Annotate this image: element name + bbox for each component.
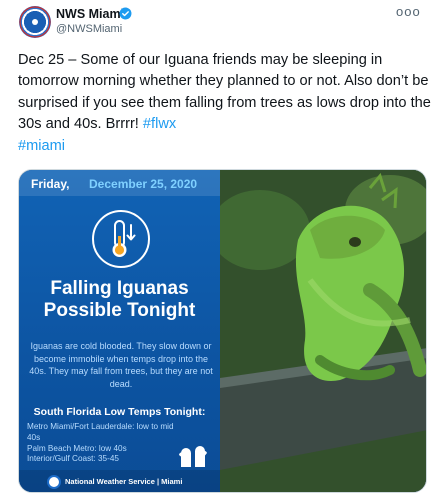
temps-item: Metro Miami/Fort Lauderdale: low to mid …	[27, 422, 174, 442]
graphic-body: Iguanas are cold blooded. They slow down…	[29, 341, 213, 389]
tweet-header: NWS Miami @NWSMiami ooo	[0, 0, 438, 46]
account-handle[interactable]: @NWSMiami	[56, 23, 122, 35]
temps-item: Interior/Gulf Coast: 35-45	[27, 454, 119, 464]
more-options-icon[interactable]: ooo	[396, 4, 421, 19]
graphic-headline: Falling Iguanas Possible Tonight	[19, 278, 220, 322]
tweet-body: Dec 25 – Some of our Iguana friends may …	[18, 52, 431, 133]
nws-logo-icon	[19, 6, 51, 38]
iguana-image	[220, 170, 426, 492]
temps-item: Palm Beach Metro: low 40s	[27, 443, 127, 453]
headline-line-1: Falling Iguanas	[50, 278, 189, 299]
nws-graphic: Friday, December 25, 2020 Falling Iguana…	[19, 170, 220, 492]
headline-line-2: Possible Tonight	[43, 300, 196, 321]
graphic-footer-text: National Weather Service | Miami	[65, 477, 183, 486]
graphic-date-bar: Friday, December 25, 2020	[19, 170, 220, 196]
noaa-logo-icon	[47, 475, 61, 489]
hashtag-flwx[interactable]: #flwx	[143, 116, 176, 132]
nws-avatar[interactable]	[19, 6, 51, 38]
mittens-icon	[179, 446, 207, 467]
temps-title: South Florida Low Temps Tonight:	[33, 406, 206, 418]
verified-badge-icon	[119, 7, 132, 20]
hashtag-miami[interactable]: #miami	[18, 138, 65, 154]
tweet-media[interactable]: Friday, December 25, 2020 Falling Iguana…	[18, 169, 427, 493]
graphic-date: December 25, 2020	[89, 177, 198, 191]
graphic-day: Friday,	[31, 177, 70, 191]
iguana-photo	[220, 170, 426, 492]
thermometer-down-icon	[92, 210, 150, 268]
account-name[interactable]: NWS Miami	[56, 7, 124, 21]
temps-list: Metro Miami/Fort Lauderdale: low to mid …	[27, 422, 177, 465]
tweet-text: Dec 25 – Some of our Iguana friends may …	[18, 50, 434, 157]
